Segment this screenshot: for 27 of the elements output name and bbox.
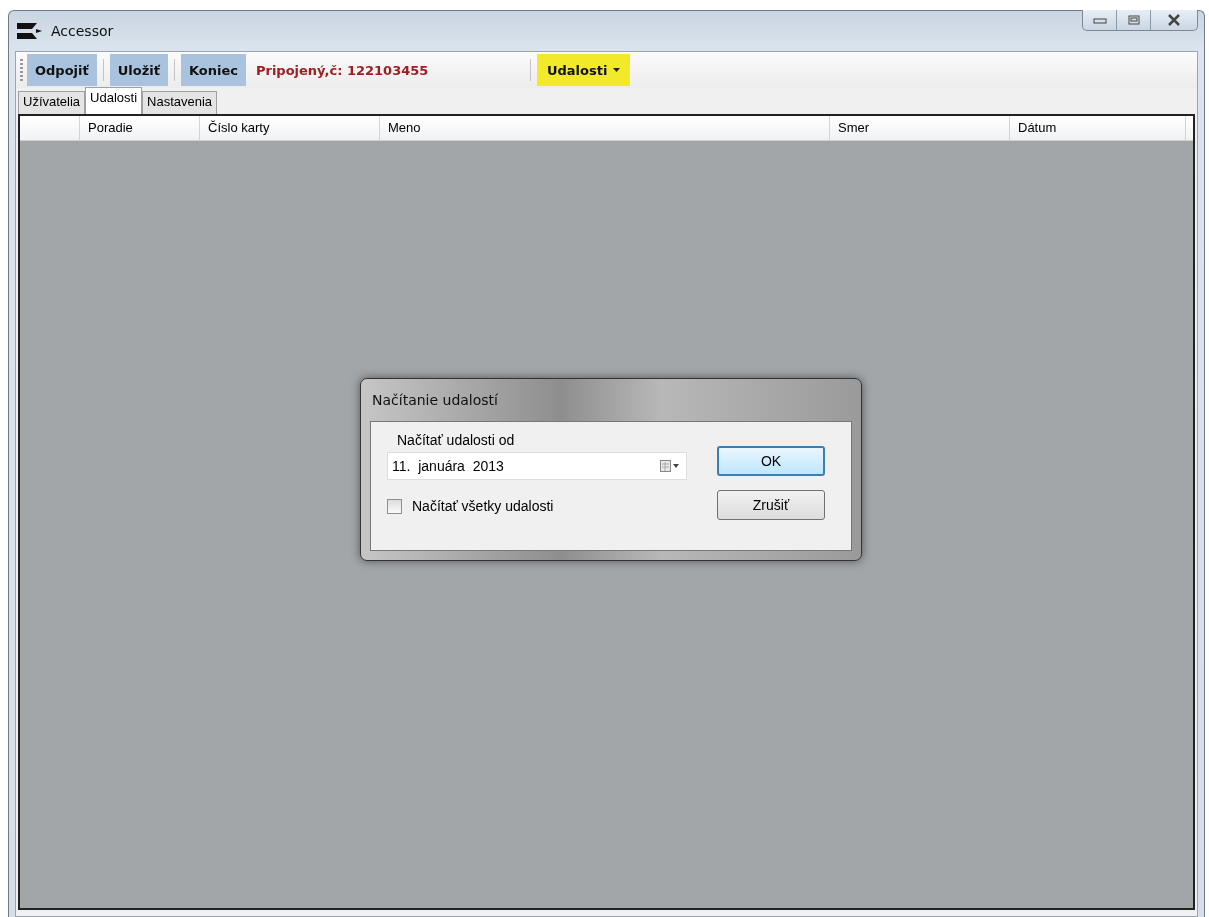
tab[interactable]: Nastavenia <box>142 91 218 114</box>
dialog-button[interactable]: OK <box>717 446 825 476</box>
tab[interactable]: Užívatelia <box>18 91 86 114</box>
date-picker[interactable]: 11. januára 2013 <box>387 452 687 480</box>
app-logo-icon <box>17 21 43 41</box>
maximize-icon <box>1127 15 1140 25</box>
toolbar-button[interactable]: Koniec <box>180 54 246 86</box>
column-header[interactable]: Číslo karty <box>200 116 380 140</box>
close-icon <box>1167 14 1181 26</box>
tab[interactable]: Udalosti <box>85 87 143 114</box>
checkbox-label[interactable]: Načítať všetky udalosti <box>412 498 554 514</box>
toolbar-button[interactable]: Odpojiť <box>27 54 97 86</box>
dialog-button[interactable]: Zrušiť <box>717 490 825 520</box>
toolbar-button[interactable]: Uložiť <box>109 54 168 86</box>
checkbox[interactable] <box>387 498 402 514</box>
column-header[interactable]: Smer <box>830 116 1010 140</box>
minimize-icon <box>1092 16 1107 24</box>
window-title: Accessor <box>51 23 114 39</box>
dialog-title: Načítanie udalostí <box>371 391 499 410</box>
connection-status: Pripojený,č: 122103455 <box>254 62 430 78</box>
calendar-dropdown-icon[interactable] <box>660 460 680 472</box>
column-header[interactable]: Dátum <box>1010 116 1186 140</box>
column-header[interactable]: Meno <box>380 116 830 140</box>
caret-icon <box>613 68 621 72</box>
date-label: Načítať udalosti od <box>396 432 516 448</box>
column-header[interactable]: Poradie <box>80 116 200 140</box>
events-menu-button[interactable]: Udalosti <box>536 54 631 86</box>
